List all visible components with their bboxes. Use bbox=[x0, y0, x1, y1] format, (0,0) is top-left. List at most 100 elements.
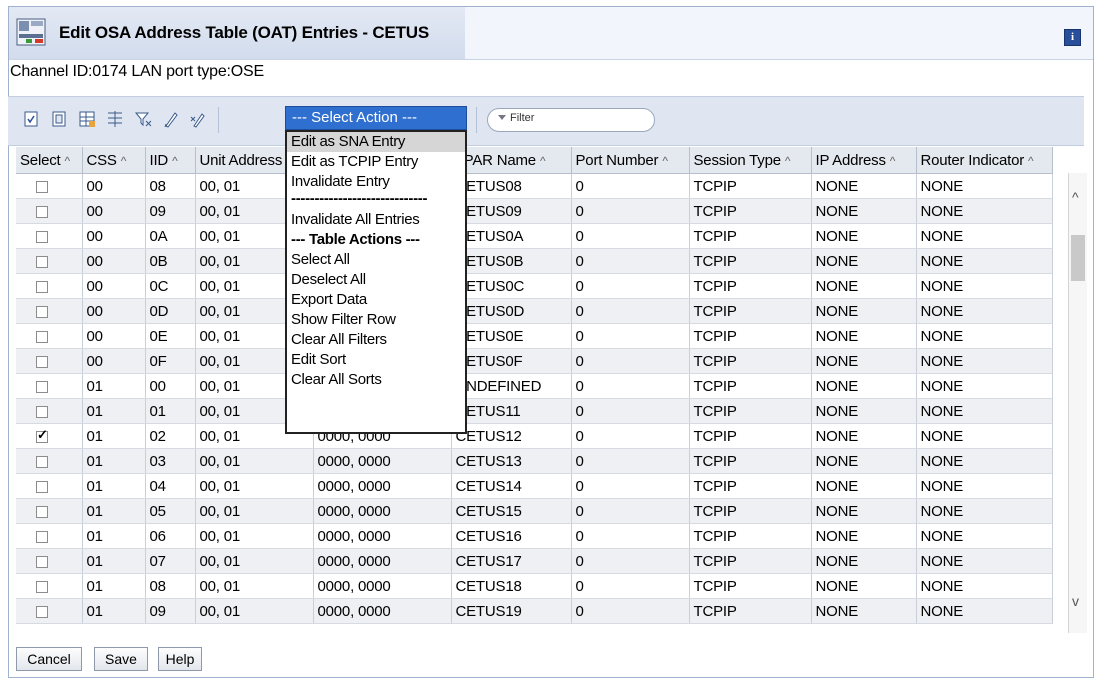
row-checkbox[interactable] bbox=[36, 455, 48, 468]
row-checkbox[interactable] bbox=[36, 480, 48, 493]
menu-item[interactable]: Show Filter Row bbox=[287, 310, 465, 330]
row-checkbox[interactable] bbox=[36, 205, 48, 218]
row-checkbox[interactable] bbox=[36, 505, 48, 518]
table-row[interactable]: 00 0B 00, 01 CETUS0B 0 TCPIP NONE NONE bbox=[16, 248, 1053, 274]
row-checkbox[interactable] bbox=[36, 255, 48, 268]
vertical-scrollbar[interactable]: ^ v bbox=[1068, 173, 1087, 633]
clear-sorts-icon[interactable] bbox=[188, 109, 208, 129]
row-checkbox[interactable] bbox=[36, 180, 48, 193]
deselect-all-icon[interactable] bbox=[49, 109, 69, 129]
column-header[interactable]: IID ^ bbox=[145, 147, 196, 174]
column-header[interactable]: Select ^ bbox=[16, 147, 83, 174]
column-header[interactable]: CSS ^ bbox=[82, 147, 146, 174]
table-row[interactable]: 00 0C 00, 01 CETUS0C 0 TCPIP NONE NONE bbox=[16, 273, 1053, 299]
scroll-up-icon[interactable]: ^ bbox=[1072, 189, 1079, 205]
scroll-thumb[interactable] bbox=[1071, 235, 1085, 281]
filter-row-icon[interactable] bbox=[105, 109, 125, 129]
table-row[interactable]: 00 0F 00, 01 CETUS0F 0 TCPIP NONE NONE bbox=[16, 348, 1053, 374]
menu-item[interactable]: Select All bbox=[287, 250, 465, 270]
row-checkbox[interactable] bbox=[36, 530, 48, 543]
column-header-label: IP Address bbox=[815, 151, 886, 169]
table-row[interactable]: 01 04 00, 01 0000, 0000 CETUS14 0 TCPIP NONE NON… bbox=[16, 473, 1053, 499]
menu-item[interactable]: Edit as TCPIP Entry bbox=[287, 152, 465, 172]
sort-caret-icon[interactable]: ^ bbox=[890, 154, 896, 168]
table-row[interactable]: 01 01 00, 01 CETUS11 0 TCPIP NONE NONE bbox=[16, 398, 1053, 424]
row-checkbox[interactable] bbox=[36, 427, 48, 443]
table-row[interactable]: 00 0D 00, 01 CETUS0D 0 TCPIP NONE NONE bbox=[16, 298, 1053, 324]
cell-unit: 00, 01 bbox=[195, 573, 314, 599]
sort-caret-icon[interactable]: ^ bbox=[65, 154, 71, 168]
help-button[interactable]: Help bbox=[158, 647, 202, 671]
cell-port: 0 bbox=[571, 223, 690, 249]
menu-item[interactable]: Edit as SNA Entry bbox=[287, 132, 465, 152]
menu-item[interactable]: Clear All Sorts bbox=[287, 370, 465, 390]
cell-port: 0 bbox=[571, 473, 690, 499]
cell-unit: 00, 01 bbox=[195, 473, 314, 499]
cell-router: NONE bbox=[916, 498, 1053, 524]
table-row[interactable]: 00 0A 00, 01 CETUS0A 0 TCPIP NONE NONE bbox=[16, 223, 1053, 249]
row-checkbox[interactable] bbox=[36, 605, 48, 618]
sort-caret-icon[interactable]: ^ bbox=[172, 154, 178, 168]
table-row[interactable]: 01 05 00, 01 0000, 0000 CETUS15 0 TCPIP NONE NON… bbox=[16, 498, 1053, 524]
row-checkbox[interactable] bbox=[36, 405, 48, 418]
info-icon[interactable]: i bbox=[1064, 29, 1081, 46]
clear-filters-icon[interactable] bbox=[133, 109, 153, 129]
cell-port: 0 bbox=[571, 523, 690, 549]
table-row[interactable]: 01 06 00, 01 0000, 0000 CETUS16 0 TCPIP NONE NON… bbox=[16, 523, 1053, 549]
column-header[interactable]: Router Indicator ^ bbox=[916, 147, 1053, 174]
sort-caret-icon[interactable]: ^ bbox=[121, 154, 127, 168]
edit-sort-icon[interactable] bbox=[161, 109, 181, 129]
filter-input[interactable]: Filter bbox=[487, 108, 655, 132]
menu-item[interactable]: Export Data bbox=[287, 290, 465, 310]
table-row[interactable]: 00 08 00, 01 CETUS08 0 TCPIP NONE NONE bbox=[16, 173, 1053, 199]
row-checkbox[interactable] bbox=[36, 580, 48, 593]
edit-table-icon[interactable] bbox=[77, 109, 97, 129]
cell-iid: 07 bbox=[145, 548, 196, 574]
menu-item[interactable]: Clear All Filters bbox=[287, 330, 465, 350]
save-button[interactable]: Save bbox=[94, 647, 148, 671]
select-action-dropdown[interactable]: --- Select Action --- bbox=[285, 106, 467, 130]
cell-session: TCPIP bbox=[689, 198, 812, 224]
select-cell bbox=[16, 573, 83, 599]
select-cell bbox=[16, 298, 83, 324]
menu-item[interactable]: Invalidate Entry bbox=[287, 172, 465, 192]
select-cell bbox=[16, 173, 83, 199]
table-row[interactable]: 01 08 00, 01 0000, 0000 CETUS18 0 TCPIP NONE NON… bbox=[16, 573, 1053, 599]
toolbar-separator bbox=[218, 107, 219, 133]
table-row[interactable]: 010200, 010000, 0000CETUS120TCPIPNONENON… bbox=[16, 423, 1053, 449]
cell-iid: 0D bbox=[145, 298, 196, 324]
row-checkbox[interactable] bbox=[36, 380, 48, 393]
menu-item[interactable]: Edit Sort bbox=[287, 350, 465, 370]
filter-caret-icon bbox=[498, 115, 506, 120]
row-checkbox[interactable] bbox=[36, 355, 48, 368]
table-row[interactable]: 01 09 00, 01 0000, 0000 CETUS19 0 TCPIP NONE NON… bbox=[16, 598, 1053, 624]
menu-item[interactable]: Invalidate All Entries bbox=[287, 210, 465, 230]
table-row[interactable]: 00 0E 00, 01 CETUS0E 0 TCPIP NONE NONE bbox=[16, 323, 1053, 349]
sort-caret-icon[interactable]: ^ bbox=[662, 154, 668, 168]
row-checkbox[interactable] bbox=[36, 230, 48, 243]
table-row[interactable]: 00 09 00, 01 CETUS09 0 TCPIP NONE NONE bbox=[16, 198, 1053, 224]
cell-css: 01 bbox=[82, 498, 146, 524]
scroll-down-icon[interactable]: v bbox=[1072, 593, 1079, 609]
sort-caret-icon[interactable]: ^ bbox=[540, 154, 546, 168]
menu-item[interactable]: Deselect All bbox=[287, 270, 465, 290]
sort-caret-icon[interactable]: ^ bbox=[1028, 154, 1034, 168]
row-checkbox[interactable] bbox=[36, 330, 48, 343]
column-header[interactable]: Session Type ^ bbox=[689, 147, 812, 174]
sort-caret-icon[interactable]: ^ bbox=[785, 154, 791, 168]
row-checkbox[interactable] bbox=[36, 555, 48, 568]
table-row[interactable]: 01 07 00, 01 0000, 0000 CETUS17 0 TCPIP NONE NON… bbox=[16, 548, 1053, 574]
column-header[interactable]: Port Number ^ bbox=[571, 147, 690, 174]
row-checkbox[interactable] bbox=[36, 305, 48, 318]
select-cell bbox=[16, 323, 83, 349]
table-row[interactable]: 01 00 00, 01 UNDEFINED 0 TCPIP NONE NONE bbox=[16, 373, 1053, 399]
cell-lpar: CETUS12 bbox=[451, 423, 572, 449]
column-header[interactable]: IP Address ^ bbox=[811, 147, 917, 174]
select-all-icon[interactable] bbox=[21, 109, 41, 129]
cancel-button[interactable]: Cancel bbox=[16, 647, 82, 671]
column-header[interactable]: LPAR Name ^ bbox=[451, 147, 572, 174]
row-checkbox[interactable] bbox=[36, 280, 48, 293]
cell-session: TCPIP bbox=[689, 273, 812, 299]
table-row[interactable]: 01 03 00, 01 0000, 0000 CETUS13 0 TCPIP NONE NON… bbox=[16, 448, 1053, 474]
cell-router: NONE bbox=[916, 523, 1053, 549]
